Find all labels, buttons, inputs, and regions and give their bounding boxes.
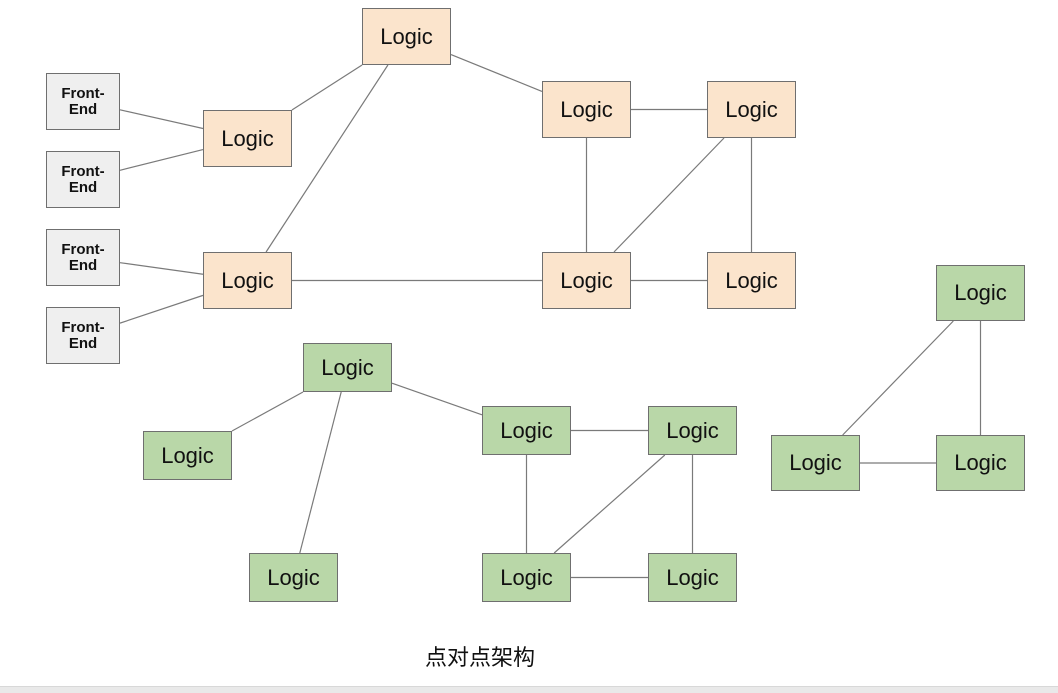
node-label: Logic [161,442,214,468]
edge-g_top-g_m1 [391,382,483,416]
node-label: Logic [954,280,1007,306]
edge-g_top-g_bot [299,391,342,554]
node-label: Logic [725,96,778,122]
node-label: Logic [666,417,719,443]
node-label: Logic [666,564,719,590]
logic-node-o_m1: Logic [542,81,631,138]
edge-g_r1-g_m2 [553,454,666,554]
node-label: Logic [560,96,613,122]
edge-fe2-o_l1 [119,149,204,171]
logic-node-g_m2: Logic [482,553,571,602]
node-label: Logic [221,267,274,293]
edge-o_l1-o_top [291,64,363,111]
node-label: Logic [321,354,374,380]
logic-node-g_top: Logic [303,343,392,392]
logic-node-g_bot: Logic [249,553,338,602]
logic-node-g_left: Logic [143,431,232,480]
diagram-caption: 点对点架构 [424,646,535,671]
node-label: Logic [221,125,274,151]
node-label: Logic [560,267,613,293]
logic-node-g_r1: Logic [648,406,737,455]
node-label: Logic [500,564,553,590]
frontend-node-fe4: Front- End [46,307,120,364]
logic-node-o_top: Logic [362,8,451,65]
edge-fe1-o_l1 [119,109,204,130]
node-label: Logic [725,267,778,293]
logic-node-o_r1: Logic [707,81,796,138]
logic-node-o_r2: Logic [707,252,796,309]
logic-node-t_left: Logic [771,435,860,491]
bottom-scrollbar-track [0,686,1058,693]
node-label: Logic [954,450,1007,476]
logic-node-o_m2: Logic [542,252,631,309]
logic-node-g_r2: Logic [648,553,737,602]
node-label: Front- End [61,240,105,274]
edge-fe3-o_l2 [119,262,204,275]
edge-o_r1-o_m2 [613,137,725,253]
node-label: Logic [789,450,842,476]
node-label: Front- End [61,318,105,352]
edge-fe4-o_l2 [119,294,204,324]
logic-node-o_l2: Logic [203,252,292,309]
node-label: Front- End [61,162,105,196]
frontend-node-fe3: Front- End [46,229,120,286]
edge-g_top-g_left [231,391,304,432]
node-label: Logic [380,23,433,49]
node-label: Logic [267,564,320,590]
node-label: Front- End [61,84,105,118]
edge-t_top-t_left [842,320,954,436]
edge-o_top-o_m1 [450,53,543,93]
logic-node-t_top: Logic [936,265,1025,321]
node-label: Logic [500,417,553,443]
frontend-node-fe2: Front- End [46,151,120,208]
frontend-node-fe1: Front- End [46,73,120,130]
logic-node-g_m1: Logic [482,406,571,455]
logic-node-t_right: Logic [936,435,1025,491]
logic-node-o_l1: Logic [203,110,292,167]
